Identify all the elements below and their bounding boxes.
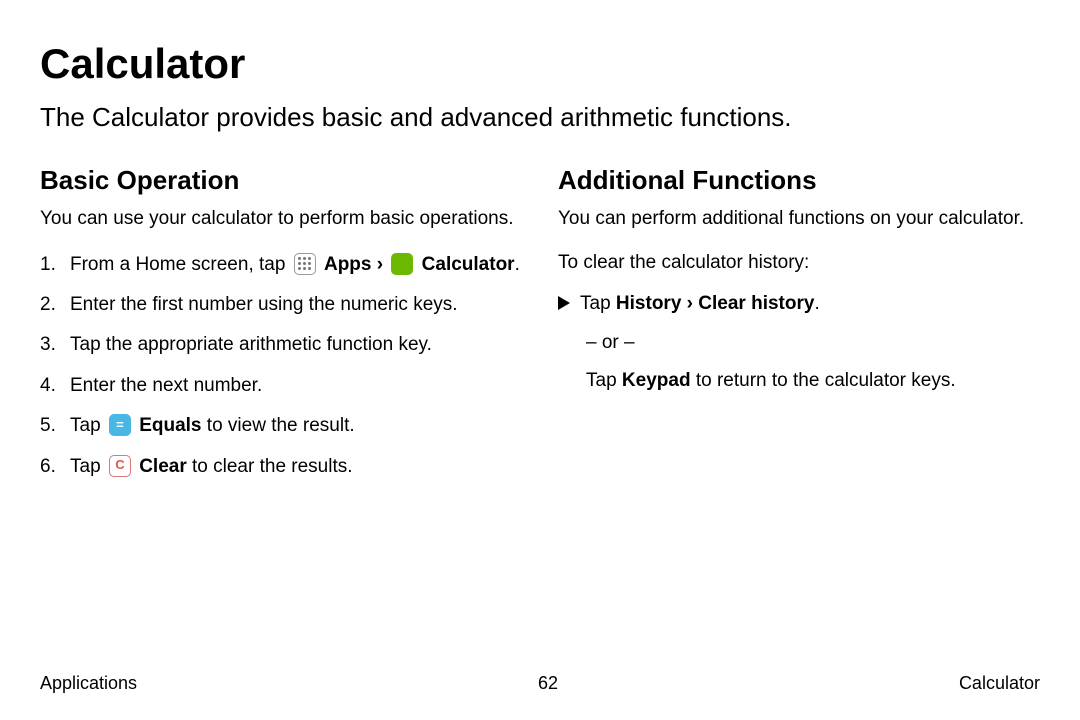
clear-label: Clear [139,456,187,477]
apps-icon [294,253,316,275]
equals-icon: = [109,414,131,436]
clear-icon: C [109,455,131,477]
page-title: Calculator [40,40,1040,88]
step-1: From a Home screen, tap Apps › Calculato… [40,250,522,280]
footer-left: Applications [40,673,137,694]
intro-text: The Calculator provides basic and advanc… [40,102,1040,133]
basic-operation-steps: From a Home screen, tap Apps › Calculato… [40,250,522,482]
left-column: Basic Operation You can use your calcula… [40,165,522,492]
content-columns: Basic Operation You can use your calcula… [40,165,1040,492]
clear-history-label: Clear history [698,293,814,314]
additional-functions-lead: You can perform additional functions on … [558,206,1040,232]
right-column: Additional Functions You can perform add… [558,165,1040,492]
chevron-right-icon: › [687,293,693,314]
keypad-step: Tap Keypad to return to the calculator k… [558,366,1040,396]
calculator-label: Calculator [422,254,515,275]
or-line: – or – [558,328,1040,358]
step-2: Enter the first number using the numeric… [40,290,522,320]
step-6: Tap C Clear to clear the results. [40,452,522,482]
footer-page-number: 62 [538,673,558,694]
keypad-label: Keypad [622,370,691,391]
equals-label: Equals [139,415,201,436]
footer-right: Calculator [959,673,1040,694]
basic-operation-heading: Basic Operation [40,165,522,196]
calculator-icon [391,253,413,275]
step-5: Tap = Equals to view the result. [40,411,522,441]
basic-operation-lead: You can use your calculator to perform b… [40,206,522,232]
step-4: Enter the next number. [40,371,522,401]
additional-functions-heading: Additional Functions [558,165,1040,196]
chevron-right-icon: › [377,254,383,275]
history-label: History [616,293,681,314]
play-triangle-icon [558,296,570,310]
apps-label: Apps [324,254,372,275]
footer: Applications 62 Calculator [40,673,1040,694]
clear-history-sub: To clear the calculator history: [558,250,1040,276]
clear-history-step: Tap History › Clear history. [558,289,1040,319]
step-3: Tap the appropriate arithmetic function … [40,330,522,360]
